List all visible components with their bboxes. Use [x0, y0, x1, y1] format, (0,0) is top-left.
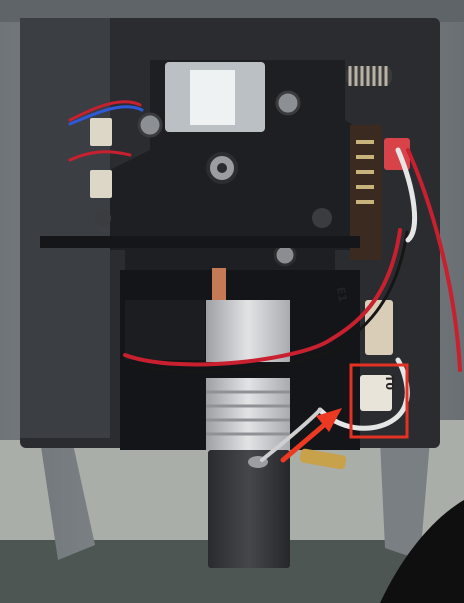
fan-housing	[125, 300, 205, 360]
gear-center-icon	[217, 163, 227, 173]
screw-icon	[312, 208, 332, 228]
window-glare	[190, 70, 235, 125]
wire-tag-upper: E1	[333, 285, 350, 304]
left-inner-wall	[20, 18, 110, 438]
screw-icon	[95, 210, 111, 226]
screw-icon	[137, 112, 163, 138]
cross-rod	[40, 236, 360, 248]
tension-spring	[346, 66, 392, 86]
nozzle-block	[208, 450, 290, 568]
screw-icon	[275, 90, 301, 116]
wire-connector	[90, 170, 112, 198]
printer-photo	[0, 0, 464, 603]
wire-tag-lower: T0	[383, 374, 397, 391]
wire-connector	[90, 118, 112, 146]
